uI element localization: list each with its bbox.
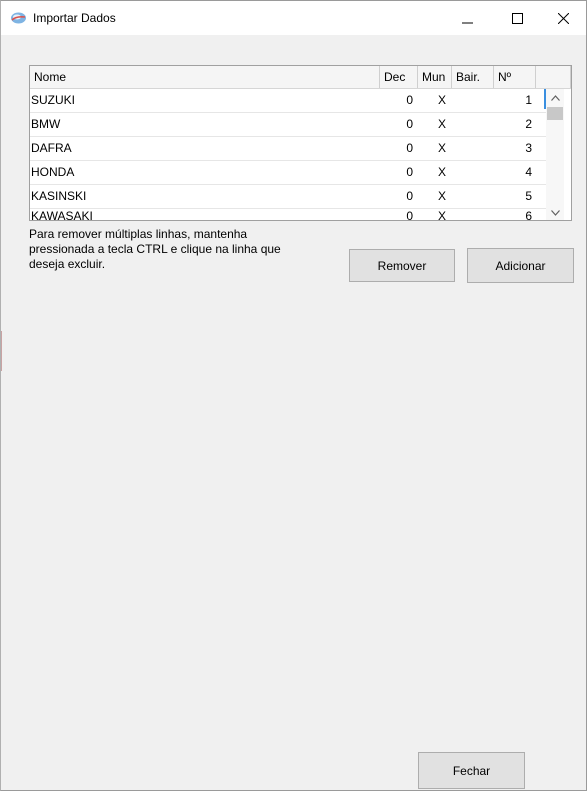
minimize-button[interactable]: [444, 1, 490, 35]
cell-bair: [452, 205, 494, 220]
cell-num: 3: [525, 141, 532, 155]
cell-nome: SUZUKI: [31, 93, 76, 107]
cell-mun: X: [437, 93, 446, 107]
cell-nome: KAWASAKI: [31, 209, 93, 221]
table-row[interactable]: BMW 0 X 2: [30, 113, 546, 137]
table-row[interactable]: DAFRA 0 X 3: [30, 137, 546, 161]
minimize-icon: [461, 13, 473, 24]
chevron-down-icon: [550, 205, 560, 219]
cell-dec: 0: [406, 209, 413, 221]
window-title: Importar Dados: [33, 11, 116, 25]
cell-num: 2: [525, 117, 532, 131]
scroll-down-button[interactable]: [546, 204, 564, 220]
close-dialog-button[interactable]: Fechar: [418, 752, 525, 789]
cell-dec: 0: [406, 117, 413, 131]
window-client-area: Nome Dec Mun Bair. Nº SUZUKI 0 X 1 BMW 0: [1, 35, 586, 790]
grid-rows: SUZUKI 0 X 1 BMW 0 X 2 DAFRA 0 X 3 HONDA…: [30, 89, 546, 220]
cell-bair: [452, 137, 494, 160]
removal-hint-text: Para remover múltiplas linhas, mantenha …: [29, 227, 281, 271]
cell-dec: 0: [406, 141, 413, 155]
maximize-icon: [511, 12, 523, 24]
scroll-thumb[interactable]: [547, 107, 563, 120]
cell-mun: X: [437, 141, 446, 155]
add-button[interactable]: Adicionar: [467, 248, 574, 283]
vertical-scrollbar[interactable]: [546, 89, 564, 220]
cell-nome: HONDA: [31, 165, 75, 179]
cell-nome: DAFRA: [31, 141, 72, 155]
column-header-spare: [536, 66, 571, 88]
cell-mun: X: [437, 165, 446, 179]
title-bar[interactable]: Importar Dados: [1, 1, 586, 35]
import-data-window: Importar Dados Nome Dec Mun Bair. Nº SUZ…: [0, 0, 587, 791]
window-edge-mark: [1, 331, 2, 371]
cell-bair: [452, 89, 494, 112]
column-header-nome[interactable]: Nome: [30, 66, 380, 88]
cell-bair: [452, 161, 494, 184]
column-header-mun[interactable]: Mun: [418, 66, 452, 88]
cell-num: 1: [525, 93, 532, 107]
scroll-up-button[interactable]: [546, 89, 564, 105]
cell-num: 4: [525, 165, 532, 179]
app-globe-icon: [10, 11, 27, 25]
table-row[interactable]: KAWASAKI 0 X 6: [30, 209, 546, 220]
cell-bair: [452, 113, 494, 136]
cell-num: 6: [525, 209, 532, 221]
close-button[interactable]: [540, 1, 586, 35]
cell-dec: 0: [406, 165, 413, 179]
close-icon: [557, 12, 569, 24]
cell-dec: 0: [406, 93, 413, 107]
table-row[interactable]: SUZUKI 0 X 1: [30, 89, 546, 113]
remove-button[interactable]: Remover: [349, 249, 455, 282]
table-row[interactable]: HONDA 0 X 4: [30, 161, 546, 185]
maximize-button[interactable]: [494, 1, 540, 35]
grid-header: Nome Dec Mun Bair. Nº: [30, 66, 571, 89]
column-header-num[interactable]: Nº: [494, 66, 536, 88]
chevron-up-icon: [550, 90, 560, 104]
cell-mun: X: [437, 209, 446, 221]
cell-mun: X: [437, 117, 446, 131]
column-header-dec[interactable]: Dec: [380, 66, 418, 88]
data-grid[interactable]: Nome Dec Mun Bair. Nº SUZUKI 0 X 1 BMW 0: [29, 65, 572, 221]
cell-nome: BMW: [31, 117, 61, 131]
column-header-bair[interactable]: Bair.: [452, 66, 494, 88]
